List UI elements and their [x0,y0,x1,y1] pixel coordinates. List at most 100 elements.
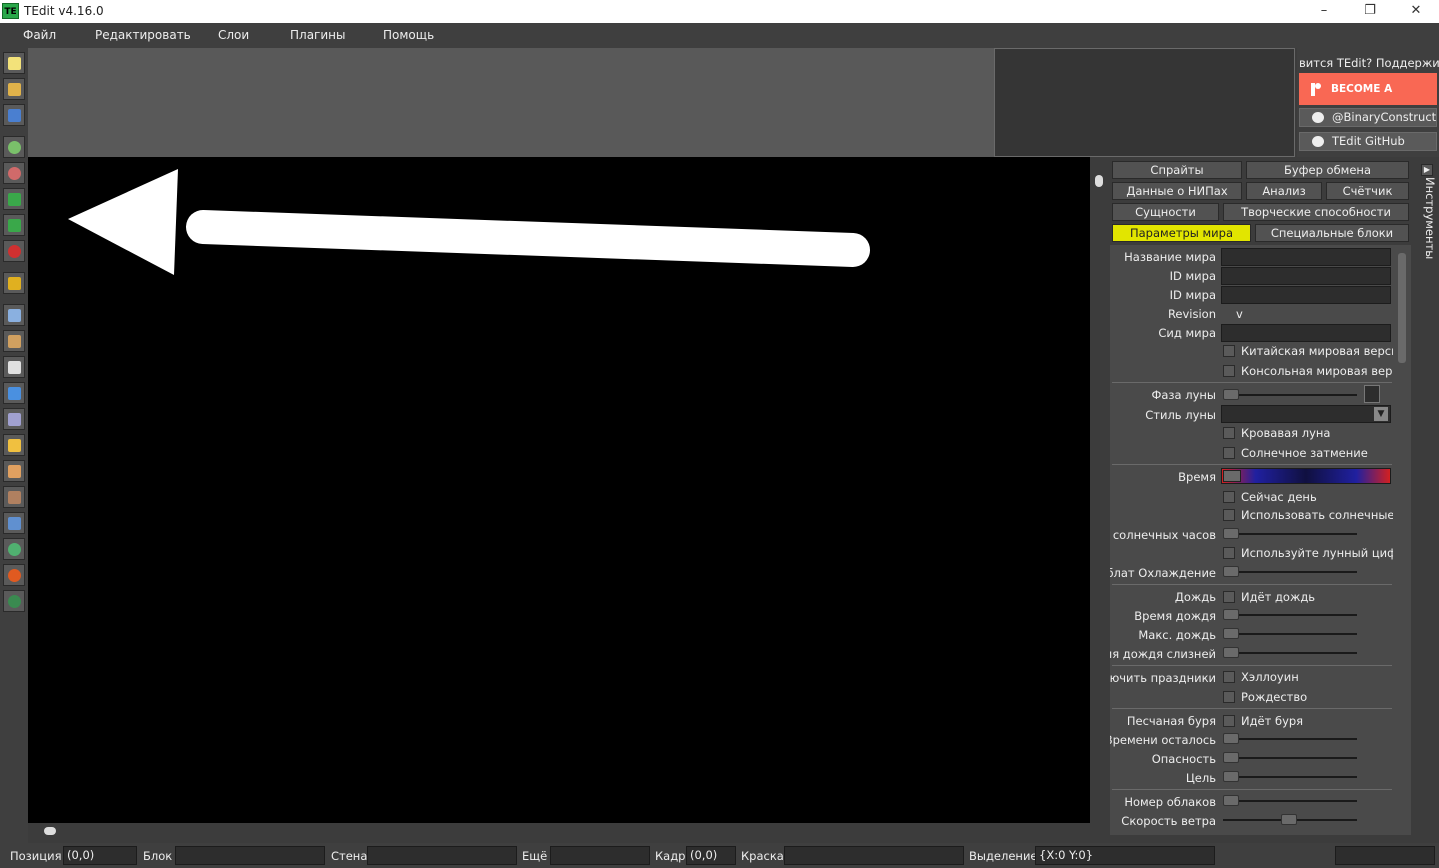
tab-sprites[interactable]: Спрайты [1112,161,1242,179]
slider-thumb[interactable] [1223,795,1239,806]
slider-thumb[interactable] [1223,733,1239,744]
arrow-icon[interactable] [3,356,25,378]
tab-special-blocks[interactable]: Специальные блоки [1255,224,1409,242]
picker-icon[interactable] [3,408,25,430]
menu-plugins[interactable]: Плагины [290,28,345,42]
patreon-button[interactable]: BECOME A PATRON [1299,73,1437,127]
delete-icon[interactable] [3,240,25,262]
tab-world-properties[interactable]: Параметры мира [1112,224,1251,242]
zoom-out-icon[interactable] [3,162,25,184]
tab-counter[interactable]: Счётчик [1326,182,1409,200]
fill-icon[interactable] [3,512,25,534]
rain-time-slider[interactable] [1223,609,1357,620]
save-file-icon[interactable] [3,104,25,126]
eclipse-checkbox[interactable] [1223,447,1235,459]
world-name-input[interactable] [1221,248,1391,266]
panel-scrollbar[interactable] [1398,253,1406,363]
crop-icon[interactable] [3,272,25,294]
expand-icon[interactable]: ▶ [1421,164,1433,176]
slider-thumb[interactable] [1223,389,1239,400]
sphere-icon[interactable] [3,538,25,560]
console-checkbox[interactable] [1223,365,1235,377]
patreon-icon [1311,83,1321,96]
halloween-checkbox[interactable] [1223,671,1235,683]
world-id-input[interactable] [1221,267,1391,285]
slider-thumb[interactable] [1223,752,1239,763]
sprite-icon[interactable] [3,590,25,612]
github-button[interactable]: TEdit GitHub [1299,132,1437,151]
slider-thumb[interactable] [1223,647,1239,658]
open-file-icon[interactable] [3,78,25,100]
chevron-down-icon[interactable]: ▼ [1374,407,1388,421]
undo-icon[interactable] [3,188,25,210]
slider-thumb[interactable] [1223,470,1241,482]
chinese-checkbox[interactable] [1223,345,1235,357]
horizontal-scrollbar[interactable] [28,823,1090,843]
redo-icon[interactable] [3,214,25,236]
select-icon[interactable] [3,382,25,404]
vertical-scrollbar[interactable] [1090,157,1108,823]
world-seed-input[interactable] [1221,324,1391,342]
sundial-cooldown-slider[interactable] [1223,528,1357,539]
moon-phase-value[interactable] [1364,385,1380,403]
paint-field [784,846,964,865]
slider-thumb[interactable] [1223,609,1239,620]
sundial-checkbox[interactable] [1223,509,1235,521]
tab-npc-data[interactable]: Данные о НИПах [1112,182,1242,200]
moon-phase-slider[interactable] [1223,389,1357,400]
cloud-cooldown-slider[interactable] [1223,566,1357,577]
world-id2-input[interactable] [1221,286,1391,304]
clouds-slider[interactable] [1223,795,1357,806]
status-bar: Позиция (0,0) Блок Стена Ещё Кадр (0,0) … [0,843,1439,868]
goal-slider[interactable] [1223,771,1357,782]
daytime-checkbox[interactable] [1223,491,1235,503]
close-button[interactable]: ✕ [1393,0,1439,23]
zoom-in-icon[interactable] [3,136,25,158]
maximize-button[interactable]: ❐ [1347,0,1393,23]
raining-label: Идёт дождь [1241,590,1316,604]
tab-entities[interactable]: Сущности [1112,203,1219,221]
time-left-slider[interactable] [1223,733,1357,744]
support-panel: вится TEdit? Поддержите BECOME A PATRON … [1297,48,1439,158]
paste-icon[interactable] [3,330,25,352]
slider-thumb[interactable] [1281,814,1297,825]
blood-moon-checkbox[interactable] [1223,427,1235,439]
brush-icon[interactable] [3,460,25,482]
hammer-icon[interactable] [3,486,25,508]
slider-thumb[interactable] [1223,771,1239,782]
moon-style-select[interactable]: ▼ [1221,405,1391,423]
severity-slider[interactable] [1223,752,1357,763]
twitter-button[interactable]: @BinaryConstruct [1299,108,1437,127]
morph-icon[interactable] [3,564,25,586]
vscroll-thumb[interactable] [1095,175,1103,187]
time-label: Время [1178,470,1216,484]
slider-thumb[interactable] [1223,628,1239,639]
max-rain-label: Макс. дождь [1138,628,1216,642]
menu-file[interactable]: Файл [23,28,56,42]
tab-clipboard[interactable]: Буфер обмена [1246,161,1409,179]
raining-checkbox[interactable] [1223,591,1235,603]
tab-analysis[interactable]: Анализ [1246,182,1322,200]
menu-edit[interactable]: Редактировать [95,28,191,42]
slime-rain-slider[interactable] [1223,647,1357,658]
copy-icon[interactable] [3,304,25,326]
tab-creative[interactable]: Творческие способности [1223,203,1409,221]
tools-tab[interactable]: Инструменты [1417,177,1437,259]
slider-thumb[interactable] [1223,566,1239,577]
wind-slider[interactable] [1223,814,1357,825]
storm-checkbox[interactable] [1223,715,1235,727]
frame-label: Кадр [655,849,686,863]
menu-help[interactable]: Помощь [383,28,434,42]
xmas-checkbox[interactable] [1223,691,1235,703]
hscroll-thumb[interactable] [44,827,56,835]
slider-thumb[interactable] [1223,528,1239,539]
new-file-icon[interactable] [3,52,25,74]
world-canvas[interactable] [28,157,1090,823]
moondial-checkbox[interactable] [1223,547,1235,559]
max-rain-slider[interactable] [1223,628,1357,639]
time-slider[interactable] [1221,468,1391,484]
menu-layers[interactable]: Слои [218,28,249,42]
pencil-icon[interactable] [3,434,25,456]
minimize-button[interactable]: – [1301,0,1347,23]
minimap[interactable] [994,48,1295,157]
